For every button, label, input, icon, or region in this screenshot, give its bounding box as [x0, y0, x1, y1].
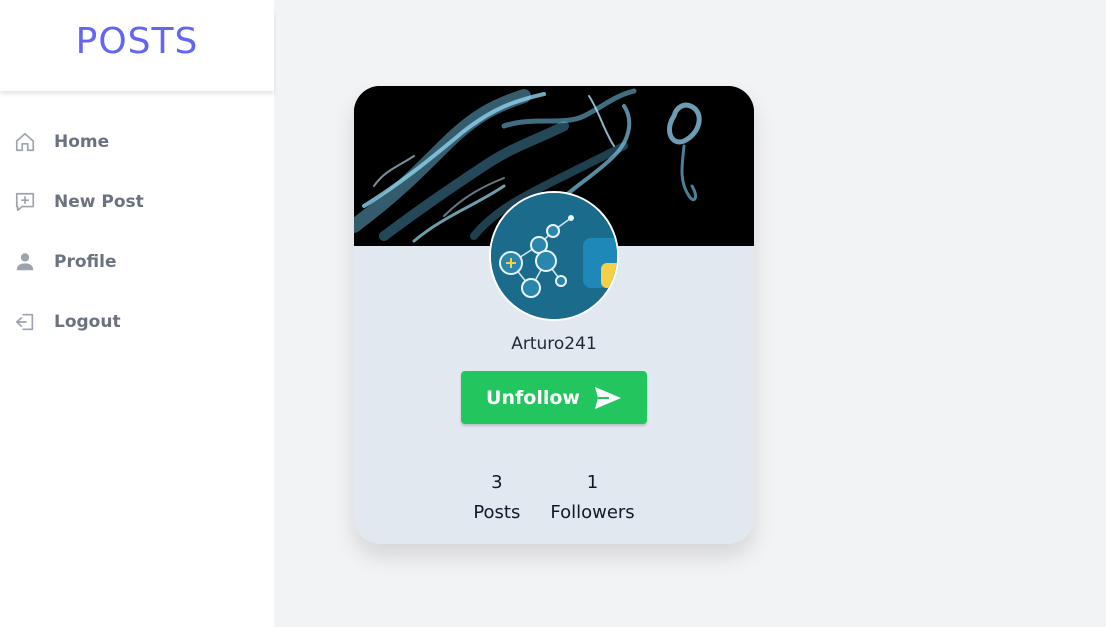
- stat-followers-label: Followers: [550, 502, 635, 523]
- brand-header: POSTS: [0, 0, 274, 91]
- new-post-icon: [14, 191, 36, 213]
- sidebar-item-profile[interactable]: Profile: [0, 232, 274, 292]
- brand-title[interactable]: POSTS: [76, 21, 199, 62]
- user-icon: [14, 251, 36, 273]
- unfollow-button[interactable]: Unfollow: [461, 371, 647, 424]
- unfollow-button-label: Unfollow: [486, 386, 580, 409]
- sidebar-item-logout[interactable]: Logout: [0, 292, 274, 352]
- sidebar-nav: Home New Post Profile Logout: [0, 112, 274, 352]
- username: Arturo241: [511, 334, 597, 354]
- profile-stats: 3 Posts 1 Followers: [354, 472, 754, 523]
- sidebar-item-label: Logout: [54, 312, 121, 332]
- stat-followers: 1 Followers: [550, 472, 634, 523]
- sidebar-item-label: Home: [54, 132, 110, 152]
- sidebar-item-label: Profile: [54, 252, 117, 272]
- profile-card: Arturo241 Unfollow 3 Posts 1 Followers: [354, 86, 754, 544]
- sidebar-item-new-post[interactable]: New Post: [0, 172, 274, 232]
- stat-posts: 3 Posts: [473, 472, 520, 523]
- avatar[interactable]: [489, 191, 619, 321]
- sidebar-item-label: New Post: [54, 192, 144, 212]
- sidebar-item-home[interactable]: Home: [0, 112, 274, 172]
- sidebar: POSTS Home New Post Profile Logout: [0, 0, 274, 627]
- stat-followers-count: 1: [586, 472, 599, 493]
- logout-icon: [14, 311, 36, 333]
- home-icon: [14, 131, 36, 153]
- stat-posts-label: Posts: [473, 502, 521, 523]
- stat-posts-count: 3: [491, 472, 503, 493]
- send-icon: [594, 386, 622, 410]
